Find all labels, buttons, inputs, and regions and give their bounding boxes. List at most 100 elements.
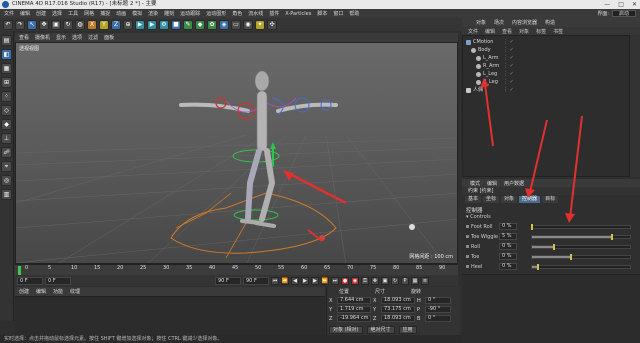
obj-menu-view[interactable]: 查看 bbox=[502, 28, 512, 35]
menu-sculpt[interactable]: 雕刻 bbox=[164, 10, 174, 17]
redo-icon[interactable]: ↷ bbox=[15, 19, 25, 30]
tab-takes[interactable]: 场次 bbox=[494, 19, 504, 26]
tweak-icon[interactable]: ☍ bbox=[1, 147, 12, 158]
end-frame-field[interactable]: 90 F bbox=[215, 276, 241, 285]
preview-max-field[interactable]: 90 F bbox=[243, 276, 269, 285]
param-key-icon[interactable]: P bbox=[401, 276, 409, 285]
x-particles-icon[interactable]: ✣ bbox=[267, 19, 277, 30]
pla-key-icon[interactable]: ▦ bbox=[411, 276, 419, 285]
menu-help[interactable]: 帮助 bbox=[349, 10, 359, 17]
deformer-icon[interactable]: ◈ bbox=[219, 19, 229, 30]
menu-tools[interactable]: 工具 bbox=[68, 10, 78, 17]
snap-icon[interactable]: ⌖ bbox=[1, 161, 12, 172]
light-icon[interactable]: ✦ bbox=[255, 19, 265, 30]
menu-pipeline[interactable]: 流水线 bbox=[248, 10, 263, 17]
apply-button[interactable]: 应用 bbox=[398, 325, 417, 334]
current-frame-field[interactable]: 0 F bbox=[17, 276, 43, 285]
menu-snap[interactable]: 捕捉 bbox=[100, 10, 110, 17]
y-axis-icon[interactable]: Y bbox=[99, 19, 109, 30]
scale-icon[interactable]: ▣ bbox=[51, 19, 61, 30]
next-key-icon[interactable]: ⏩ bbox=[321, 276, 329, 285]
menu-plugins[interactable]: 插件 bbox=[269, 10, 279, 17]
rotate-icon[interactable]: ↻ bbox=[63, 19, 73, 30]
prev-frame-icon[interactable]: ◀ bbox=[291, 276, 299, 285]
menu-simulate[interactable]: 模拟 bbox=[132, 10, 142, 17]
close-button[interactable]: ✕ bbox=[632, 0, 637, 9]
menu-render[interactable]: 渲染 bbox=[148, 10, 158, 17]
menu-mograph[interactable]: 运动图形 bbox=[206, 10, 226, 17]
camera-icon[interactable]: ◉ bbox=[243, 19, 253, 30]
tab-structure[interactable]: 构造 bbox=[545, 19, 555, 26]
layout-select[interactable]: 启动 bbox=[611, 10, 636, 17]
position-y-field[interactable]: 1.719 cm bbox=[337, 306, 371, 313]
obj-menu-edit[interactable]: 编辑 bbox=[485, 28, 495, 35]
menu-edit[interactable]: 编辑 bbox=[20, 10, 30, 17]
obj-menu-bookmarks[interactable]: 书签 bbox=[553, 28, 563, 35]
material-menu-texture[interactable]: 纹理 bbox=[70, 288, 80, 295]
polygons-mode-icon[interactable]: ◆ bbox=[1, 119, 12, 130]
viewport-menu-cameras[interactable]: 摄像机 bbox=[35, 34, 50, 41]
material-menu-edit[interactable]: 编辑 bbox=[36, 288, 46, 295]
obj-menu-file[interactable]: 文件 bbox=[468, 28, 478, 35]
obj-menu-tags[interactable]: 标签 bbox=[536, 28, 546, 35]
start-frame-field[interactable]: 0 F bbox=[45, 276, 71, 285]
recent-tool-icon[interactable]: ◍ bbox=[75, 19, 85, 30]
tab-objects[interactable]: 对象 bbox=[476, 19, 486, 26]
perspective-viewport[interactable]: 透视视图 网格间距 : 100 cm bbox=[15, 42, 458, 264]
scale-key-icon[interactable]: ▣ bbox=[381, 276, 389, 285]
undo-icon[interactable]: ↶ bbox=[3, 19, 13, 30]
solo-icon[interactable]: ◎ bbox=[1, 175, 12, 186]
obj-menu-objects[interactable]: 对象 bbox=[519, 28, 529, 35]
size-x-field[interactable]: 18.093 cm bbox=[381, 297, 415, 304]
points-mode-icon[interactable]: ⁘ bbox=[1, 91, 12, 102]
goto-start-icon[interactable]: ⏮ bbox=[271, 276, 279, 285]
z-axis-icon[interactable]: Z bbox=[111, 19, 121, 30]
menu-character[interactable]: 角色 bbox=[232, 10, 242, 17]
coordinate-mode-select[interactable]: 对象 (相对) bbox=[329, 325, 363, 334]
subdivision-icon[interactable]: ◆ bbox=[195, 19, 205, 30]
timeline-menu-icon[interactable]: ≡ bbox=[421, 276, 429, 285]
keyframe-selection-icon[interactable]: ⚿ bbox=[361, 276, 369, 285]
menu-window[interactable]: 窗口 bbox=[333, 10, 343, 17]
goto-end-icon[interactable]: ⏭ bbox=[331, 276, 339, 285]
menu-animate[interactable]: 动画 bbox=[116, 10, 126, 17]
size-y-field[interactable]: 73.175 cm bbox=[381, 306, 415, 313]
render-settings-icon[interactable]: ⚙ bbox=[159, 19, 169, 30]
rotation-p-field[interactable]: -90 ° bbox=[425, 306, 451, 313]
viewport-menu-view[interactable]: 查看 bbox=[19, 34, 29, 41]
tab-content-browser[interactable]: 内容浏览器 bbox=[512, 19, 537, 26]
texture-mode-icon[interactable]: ▦ bbox=[1, 63, 12, 74]
size-z-field[interactable]: 18.093 cm bbox=[381, 315, 415, 322]
timeline-cursor[interactable] bbox=[18, 266, 21, 275]
timeline-ruler[interactable]: 0 5 10 15 20 25 30 35 40 45 50 55 60 65 … bbox=[15, 264, 458, 275]
material-menu-function[interactable]: 功能 bbox=[53, 288, 63, 295]
move-icon[interactable]: ✥ bbox=[39, 19, 49, 30]
pen-icon[interactable]: ✎ bbox=[183, 19, 193, 30]
position-key-icon[interactable]: ✥ bbox=[371, 276, 379, 285]
menu-motion-tracker[interactable]: 运动跟踪 bbox=[180, 10, 200, 17]
viewport-menu-filter[interactable]: 过滤 bbox=[88, 34, 98, 41]
rotation-h-field[interactable]: 0 ° bbox=[425, 297, 451, 304]
play-icon[interactable]: ▶ bbox=[301, 276, 309, 285]
array-icon[interactable]: ✿ bbox=[207, 19, 217, 30]
minimize-button[interactable]: — bbox=[604, 0, 610, 9]
rotation-b-field[interactable]: 0 ° bbox=[425, 315, 451, 322]
menu-xparticles[interactable]: X-Particles bbox=[285, 11, 311, 17]
lock-workplane-icon[interactable]: ▥ bbox=[1, 189, 12, 200]
menu-file[interactable]: 文件 bbox=[4, 10, 14, 17]
menu-create[interactable]: 创建 bbox=[36, 10, 46, 17]
prev-key-icon[interactable]: ⏪ bbox=[281, 276, 289, 285]
render-picture-viewer-icon[interactable]: ▶ bbox=[147, 19, 157, 30]
render-view-icon[interactable]: ▶ bbox=[135, 19, 145, 30]
autokey-icon[interactable]: ◉ bbox=[351, 276, 359, 285]
material-menu-create[interactable]: 创建 bbox=[19, 288, 29, 295]
cube-icon[interactable]: ■ bbox=[171, 19, 181, 30]
floor-icon[interactable]: ▭ bbox=[231, 19, 241, 30]
position-z-field[interactable]: -19.964 cm bbox=[337, 315, 371, 322]
model-mode-icon[interactable]: ◧ bbox=[1, 49, 12, 60]
menu-mesh[interactable]: 网格 bbox=[84, 10, 94, 17]
maximize-button[interactable]: □ bbox=[618, 0, 624, 9]
viewport-menu-panel[interactable]: 面板 bbox=[104, 34, 114, 41]
viewport-menu-options[interactable]: 选项 bbox=[72, 34, 82, 41]
workplane-icon[interactable]: ⊞ bbox=[1, 77, 12, 88]
